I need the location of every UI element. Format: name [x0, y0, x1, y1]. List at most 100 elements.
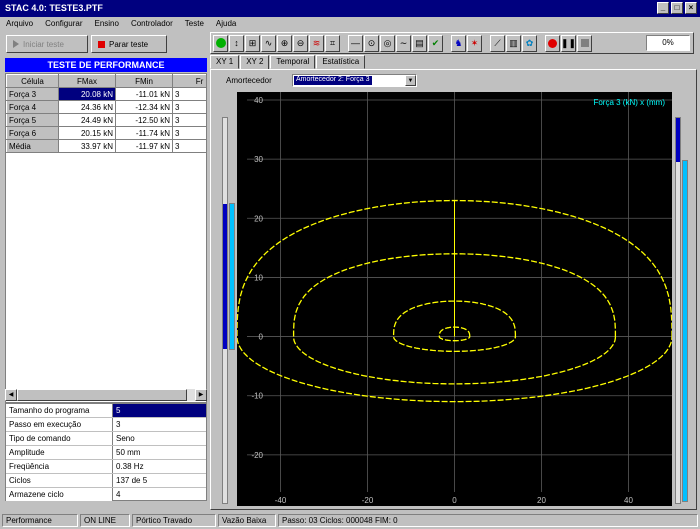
- updown-arrow-icon[interactable]: ↕: [229, 34, 244, 52]
- line-tool-icon[interactable]: —: [348, 34, 363, 52]
- row-fr[interactable]: 3: [172, 113, 206, 127]
- menu-arquivo[interactable]: Arquivo: [0, 17, 39, 30]
- row-cell-name: Força 3: [6, 87, 59, 101]
- close-button[interactable]: ×: [685, 2, 697, 14]
- left-level-bar[interactable]: [222, 117, 228, 504]
- amortecedor-dropdown[interactable]: Amortecedor 2: Força 3 ▼: [292, 74, 417, 87]
- tab-xy2[interactable]: XY 2: [240, 55, 270, 70]
- param-value[interactable]: 50 mm: [113, 446, 206, 459]
- tab-estatistica[interactable]: Estatística: [316, 55, 366, 69]
- menu-ensino[interactable]: Ensino: [88, 17, 124, 30]
- palette-icon[interactable]: ✿: [522, 34, 537, 52]
- table-row[interactable]: Força 4 24.36 kN -12.34 kN 3: [6, 100, 206, 114]
- param-row[interactable]: Freqüência 0.38 Hz: [6, 460, 206, 474]
- param-row[interactable]: Ciclos 137 de 5: [6, 474, 206, 488]
- start-test-button[interactable]: Iniciar teste: [6, 35, 88, 53]
- go-green-icon[interactable]: [213, 34, 228, 52]
- param-value[interactable]: Seno: [113, 432, 206, 445]
- param-value[interactable]: 3: [113, 418, 206, 431]
- param-row[interactable]: Tipo de comando Seno: [6, 432, 206, 446]
- param-value[interactable]: 4: [113, 488, 206, 501]
- pause-icon[interactable]: ❚❚: [561, 34, 576, 52]
- table-row[interactable]: Média 33.97 kN -11.97 kN 3: [6, 139, 206, 153]
- menu-configurar[interactable]: Configurar: [39, 17, 88, 30]
- row-fmax[interactable]: 24.36 kN: [58, 100, 116, 114]
- y-tick-label: 20: [254, 214, 263, 223]
- table-row[interactable]: Força 6 20.15 kN -11.74 kN 3: [6, 126, 206, 140]
- menu-ajuda[interactable]: Ajuda: [210, 17, 242, 30]
- runner-icon[interactable]: ♞: [451, 34, 466, 52]
- stop-square-icon[interactable]: [577, 34, 592, 52]
- chart-auto-icon[interactable]: ▤: [412, 34, 427, 52]
- table-row[interactable]: Força 5 24.49 kN -12.50 kN 3: [6, 113, 206, 127]
- percent-field[interactable]: 0%: [646, 35, 690, 51]
- row-fr[interactable]: 3: [172, 139, 206, 153]
- stop-test-button[interactable]: Parar teste: [91, 35, 167, 53]
- minimize-button[interactable]: _: [657, 2, 669, 14]
- record-icon[interactable]: [545, 34, 560, 52]
- menu-controlador[interactable]: Controlador: [125, 17, 179, 30]
- param-row[interactable]: Amplitude 50 mm: [6, 446, 206, 460]
- chart-scale-icon[interactable]: ⊞: [245, 34, 260, 52]
- row-fr[interactable]: 3: [172, 100, 206, 114]
- row-fmin[interactable]: -11.01 kN: [115, 87, 173, 101]
- chart-xy-icon[interactable]: ⌗: [325, 34, 340, 52]
- check-icon[interactable]: ✔: [428, 34, 443, 52]
- status-connection: ON LINE: [80, 514, 130, 527]
- chart-sine-icon[interactable]: ∼: [396, 34, 411, 52]
- chart-red-icon[interactable]: ≋: [309, 34, 324, 52]
- grid-horizontal-scrollbar[interactable]: ◀ ▶: [5, 389, 207, 401]
- performance-header: TESTE DE PERFORMANCE: [5, 58, 207, 72]
- column-header-fmax[interactable]: FMax: [58, 74, 116, 88]
- row-fmax[interactable]: 20.08 kN: [58, 87, 116, 101]
- xy-plot[interactable]: -40-2002040-30-20-10010203040 Força 3 (k…: [237, 92, 672, 506]
- y-tick-label: 40: [254, 96, 263, 105]
- right-level-bar-2[interactable]: [682, 160, 688, 502]
- param-value[interactable]: 0.38 Hz: [113, 460, 206, 473]
- row-fmin[interactable]: -12.50 kN: [115, 113, 173, 127]
- table-row[interactable]: Força 3 20.08 kN -11.01 kN 3: [6, 87, 206, 101]
- param-row[interactable]: Passo em execução 3: [6, 418, 206, 432]
- row-fmin[interactable]: -12.34 kN: [115, 100, 173, 114]
- row-fmax[interactable]: 24.49 kN: [58, 113, 116, 127]
- x-tick-label: 0: [452, 496, 457, 505]
- x-tick-label: 40: [624, 496, 633, 505]
- param-value[interactable]: 137 de 5: [113, 474, 206, 487]
- row-cell-name: Força 6: [6, 126, 59, 140]
- zoom-fit-icon[interactable]: ⊙: [364, 34, 379, 52]
- column-header-fmin[interactable]: FMin: [115, 74, 173, 88]
- tab-temporal[interactable]: Temporal: [270, 55, 316, 69]
- chart-growth-icon[interactable]: ⟋: [490, 34, 505, 52]
- row-fmin[interactable]: -11.74 kN: [115, 126, 173, 140]
- right-level-bar[interactable]: [675, 117, 681, 504]
- param-label: Passo em execução: [6, 418, 113, 431]
- row-fmax[interactable]: 33.97 kN: [58, 139, 116, 153]
- menu-teste[interactable]: Teste: [179, 17, 210, 30]
- scroll-left-button[interactable]: ◀: [5, 389, 17, 401]
- chevron-down-icon[interactable]: ▼: [405, 75, 416, 86]
- graph-toolbar: ↕ ⊞ ∿ ⊕ ⊖ ≋ ⌗ — ⊙ ◎ ∼ ▤ ✔ ♞ ✶ ⟋ ▥ ✿ ❚❚ 0…: [210, 32, 694, 54]
- param-row[interactable]: Armazene ciclo 4: [6, 488, 206, 502]
- column-header-fr[interactable]: Fr: [172, 74, 206, 88]
- row-fmax[interactable]: 20.15 kN: [58, 126, 116, 140]
- zoom-out-icon[interactable]: ⊖: [293, 34, 308, 52]
- row-fr[interactable]: 3: [172, 87, 206, 101]
- chart-bars-icon[interactable]: ▥: [506, 34, 521, 52]
- maximize-button[interactable]: □: [671, 2, 683, 14]
- row-fr[interactable]: 3: [172, 126, 206, 140]
- param-value[interactable]: 5: [113, 404, 206, 417]
- zoom-in-icon[interactable]: ⊕: [277, 34, 292, 52]
- scroll-thumb[interactable]: [17, 389, 187, 401]
- tab-xy1[interactable]: XY 1: [210, 55, 240, 69]
- window-title: STAC 4.0: TESTE3.PTF: [5, 3, 103, 13]
- person-red-icon[interactable]: ✶: [467, 34, 482, 52]
- column-header-cell[interactable]: Célula: [6, 74, 59, 88]
- param-label: Freqüência: [6, 460, 113, 473]
- left-level-bar-2[interactable]: [229, 203, 235, 350]
- scroll-right-button[interactable]: ▶: [195, 389, 207, 401]
- chart-line-icon[interactable]: ∿: [261, 34, 276, 52]
- zoom-window-icon[interactable]: ◎: [380, 34, 395, 52]
- row-fmin[interactable]: -11.97 kN: [115, 139, 173, 153]
- param-row[interactable]: Tamanho do programa 5: [6, 404, 206, 418]
- status-bar: Performance ON LINE Pórtico Travado Vazã…: [0, 513, 700, 529]
